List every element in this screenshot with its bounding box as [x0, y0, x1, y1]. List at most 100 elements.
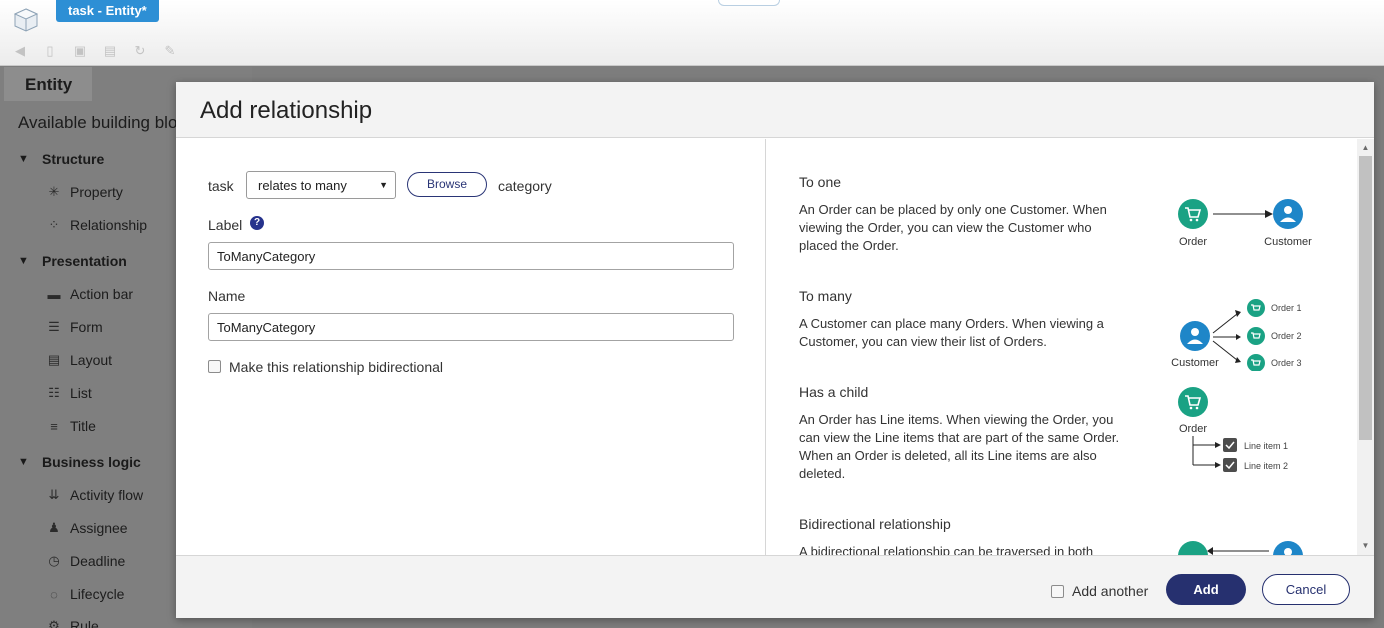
rule-icon: ⚙ [48, 618, 60, 628]
bidirectional-checkbox[interactable] [208, 360, 221, 373]
panel-handle[interactable] [718, 0, 780, 6]
document-tab[interactable]: task - Entity* [56, 0, 159, 22]
sidebar-item-title[interactable]: ≡ Title [46, 418, 96, 434]
sidebar-item-relationship[interactable]: ⁘ Relationship [46, 217, 148, 233]
to-many-order3: Order 3 [1271, 358, 1302, 368]
back-icon[interactable]: ◀ [10, 42, 30, 60]
help-to-many-body: A Customer can place many Orders. When v… [799, 316, 1104, 349]
dialog-header: Add relationship [176, 82, 1374, 138]
save-all-icon[interactable]: ▤ [100, 42, 120, 60]
cart-icon [1178, 199, 1208, 229]
relation-type-select[interactable]: relates to many ▼ [246, 171, 396, 199]
scroll-thumb[interactable] [1359, 156, 1372, 440]
sidebar-item-list[interactable]: ☷ List [46, 385, 92, 401]
section-label: Presentation [42, 253, 127, 269]
save-icon[interactable]: ▣ [70, 42, 90, 60]
app-cube-icon [13, 8, 39, 32]
to-many-diagram: Order 1 Order 2 Order 3 Customer [1171, 299, 1302, 371]
sidebar-item-label: Title [70, 418, 96, 434]
help-to-one-body: An Order can be placed by only one Custo… [799, 202, 1107, 253]
has-child-order-caption: Order [1179, 423, 1207, 435]
new-icon[interactable]: ▯ [40, 42, 60, 60]
section-business-logic[interactable]: ▼ Business logic [18, 454, 141, 470]
chevron-down-icon: ▼ [18, 255, 29, 267]
help-bidirectional-title: Bidirectional relationship [799, 516, 951, 532]
sidebar-item-label: Action bar [70, 286, 134, 302]
add-button[interactable]: Add [1166, 574, 1246, 605]
has-child-diagram: Order Line item 1 Line item 2 [1178, 387, 1288, 472]
to-one-order-caption: Order [1179, 236, 1207, 248]
dialog-footer: Add another Add Cancel [176, 555, 1374, 618]
stopwatch-icon: ◷ [48, 553, 60, 568]
entity-tab[interactable]: Entity [4, 67, 92, 101]
assignee-icon: ♟ [48, 520, 60, 535]
refresh-icon[interactable]: ↻ [130, 42, 150, 60]
help-icon[interactable]: ? [250, 216, 264, 230]
right-edge [1376, 67, 1384, 628]
to-many-order2: Order 2 [1271, 331, 1302, 341]
label-caption: Label [208, 217, 243, 233]
to-many-customer-caption: Customer [1171, 357, 1219, 369]
chevron-down-icon: ▼ [379, 180, 388, 190]
sidebar-item-label: Form [70, 319, 103, 335]
to-many-order1: Order 1 [1271, 303, 1302, 313]
list-icon: ☷ [48, 385, 60, 400]
scroll-up-icon[interactable]: ▲ [1357, 141, 1374, 155]
sidebar-item-form[interactable]: ☰ Form [46, 319, 103, 335]
add-another-checkbox[interactable] [1051, 585, 1064, 598]
has-child-line1: Line item 1 [1244, 441, 1288, 451]
to-one-customer-caption: Customer [1264, 236, 1312, 248]
chevron-down-icon: ▼ [18, 456, 29, 468]
title-icon: ≡ [50, 418, 58, 434]
relation-type-value: relates to many [258, 178, 347, 193]
sidebar-item-label: Assignee [70, 520, 128, 536]
name-caption: Name [208, 288, 246, 304]
help-scrollbar[interactable]: ▲ ▼ [1357, 139, 1374, 555]
layout-icon: ▤ [47, 352, 61, 367]
activity-flow-icon: ⇊ [48, 487, 60, 502]
cart-icon [1247, 327, 1265, 345]
sidebar-item-label: List [70, 385, 92, 401]
name-input[interactable]: ToManyCategory [208, 313, 734, 341]
sidebar-item-activity-flow[interactable]: ⇊ Activity flow [46, 487, 144, 503]
edit-icon[interactable]: ✎ [160, 42, 180, 60]
form-icon: ☰ [48, 319, 60, 334]
browse-button[interactable]: Browse [407, 172, 487, 197]
sidebar-item-label: Lifecycle [70, 586, 125, 602]
relationship-icon: ⁘ [48, 217, 60, 232]
cart-icon [1247, 299, 1265, 317]
bidirectional-label: Make this relationship bidirectional [229, 359, 443, 375]
section-presentation[interactable]: ▼ Presentation [18, 253, 127, 269]
sidebar-item-label: Activity flow [70, 487, 144, 503]
cart-icon [1178, 387, 1208, 417]
section-label: Business logic [42, 454, 141, 470]
help-has-child-title: Has a child [799, 384, 869, 400]
lifecycle-icon: ◌ [50, 586, 58, 602]
scroll-down-icon[interactable]: ▼ [1357, 539, 1374, 553]
bidirectional-diagram [1178, 541, 1303, 555]
sidebar-item-action-bar[interactable]: ▬ Action bar [46, 286, 134, 302]
cart-icon [1247, 354, 1265, 371]
checkbox-icon [1223, 438, 1237, 452]
relationship-form: task relates to many ▼ Browse category L… [176, 139, 766, 555]
has-child-line2: Line item 2 [1244, 461, 1288, 471]
sidebar-item-layout[interactable]: ▤ Layout [46, 352, 112, 368]
property-icon: ✳ [48, 184, 60, 199]
sidebar-item-label: Relationship [70, 217, 148, 233]
cancel-button[interactable]: Cancel [1262, 574, 1350, 605]
help-has-child-body: An Order has Line items. When viewing th… [799, 412, 1120, 481]
sidebar-item-label: Property [70, 184, 123, 200]
section-label: Structure [42, 151, 105, 167]
help-to-one-title: To one [799, 174, 842, 190]
section-structure[interactable]: ▼ Structure [18, 151, 104, 167]
to-one-diagram: Order Customer [1178, 199, 1312, 248]
sidebar-item-deadline[interactable]: ◷ Deadline [46, 553, 125, 569]
add-relationship-dialog: Add relationship task relates to many ▼ … [176, 82, 1374, 618]
label-input[interactable]: ToManyCategory [208, 242, 734, 270]
checkbox-icon [1223, 458, 1237, 472]
sidebar-item-assignee[interactable]: ♟ Assignee [46, 520, 128, 536]
sidebar-item-lifecycle[interactable]: ◌ Lifecycle [46, 586, 124, 602]
sidebar-item-rule[interactable]: ⚙ Rule [46, 618, 99, 628]
sidebar-item-property[interactable]: ✳ Property [46, 184, 123, 200]
target-entity: category [498, 178, 552, 194]
